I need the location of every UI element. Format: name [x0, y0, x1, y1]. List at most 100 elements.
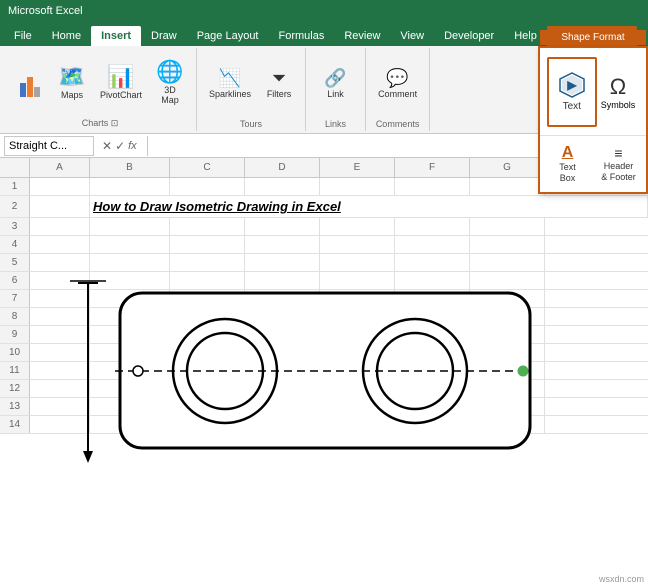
app-title: Microsoft Excel	[8, 5, 83, 17]
sparklines-label: Sparklines	[209, 89, 251, 99]
textbox-button[interactable]: A TextBox	[544, 140, 591, 188]
name-box[interactable]: Straight C...	[4, 136, 94, 156]
cell-b2-title[interactable]: How to Draw Isometric Drawing in Excel	[90, 196, 648, 217]
row-num-8: 8	[0, 308, 30, 325]
col-header-a[interactable]: A	[30, 158, 90, 177]
headerfooter-label: Header& Footer	[601, 161, 636, 183]
formula-divider	[147, 136, 148, 156]
col-header-e[interactable]: E	[320, 158, 395, 177]
cell-d3[interactable]	[245, 218, 320, 235]
cell-a4[interactable]	[30, 236, 90, 253]
formula-controls: ✕ ✓ fx	[98, 139, 141, 153]
row-num-5: 5	[0, 254, 30, 271]
pivotchart-label: PivotChart	[100, 90, 142, 100]
cell-e1[interactable]	[320, 178, 395, 195]
filters-button[interactable]: ⏷ Filters	[259, 53, 299, 115]
ribbon-group-comments: 💬 Comment Comments	[366, 48, 430, 131]
col-header-d[interactable]: D	[245, 158, 320, 177]
3dmap-icon: 🌐	[156, 61, 183, 83]
ribbon: 🗺️ Maps 📊 PivotChart 🌐 3DMap Charts ⊡ 📉 …	[0, 46, 648, 134]
comment-label: Comment	[378, 89, 417, 99]
comments-buttons: 💬 Comment	[372, 50, 423, 117]
cell-f3[interactable]	[395, 218, 470, 235]
pivotchart-button[interactable]: 📊 PivotChart	[94, 52, 148, 114]
tab-file[interactable]: File	[4, 26, 42, 46]
grid-row-3: 3	[0, 218, 648, 236]
cell-d4[interactable]	[245, 236, 320, 253]
cell-c3[interactable]	[170, 218, 245, 235]
drawing-area	[60, 273, 550, 473]
cell-b1[interactable]	[90, 178, 170, 195]
tab-pagelayout[interactable]: Page Layout	[187, 26, 269, 46]
tab-draw[interactable]: Draw	[141, 26, 187, 46]
row-num-1: 1	[0, 178, 30, 195]
tours-group-label: Tours	[240, 117, 262, 129]
cell-g4[interactable]	[470, 236, 545, 253]
maps-icon: 🗺️	[58, 66, 85, 88]
cell-b4[interactable]	[90, 236, 170, 253]
cell-c5[interactable]	[170, 254, 245, 271]
text-icon: ▶	[558, 71, 586, 99]
tab-review[interactable]: Review	[334, 26, 390, 46]
charts-icon	[20, 67, 40, 97]
cell-g1[interactable]	[470, 178, 545, 195]
watermark: wsxdn.com	[599, 574, 644, 584]
cell-c1[interactable]	[170, 178, 245, 195]
link-icon: 🔗	[324, 69, 346, 87]
link-button[interactable]: 🔗 Link	[316, 53, 356, 115]
charts-button[interactable]	[10, 52, 50, 114]
svg-text:▶: ▶	[566, 78, 577, 92]
col-header-c[interactable]: C	[170, 158, 245, 177]
comment-button[interactable]: 💬 Comment	[372, 53, 423, 115]
col-header-b[interactable]: B	[90, 158, 170, 177]
cell-f5[interactable]	[395, 254, 470, 271]
filters-icon: ⏷	[272, 69, 286, 87]
cell-a2[interactable]	[30, 196, 90, 217]
row-num-14: 14	[0, 416, 30, 433]
tab-view[interactable]: View	[390, 26, 434, 46]
cell-b3[interactable]	[90, 218, 170, 235]
col-header-f[interactable]: F	[395, 158, 470, 177]
tab-insert[interactable]: Insert	[91, 26, 141, 46]
cell-g5[interactable]	[470, 254, 545, 271]
confirm-icon[interactable]: ✓	[115, 139, 125, 153]
text-panel-bottom: A TextBox ≡ Header& Footer	[540, 136, 646, 192]
cell-a3[interactable]	[30, 218, 90, 235]
cell-f4[interactable]	[395, 236, 470, 253]
col-header-g[interactable]: G	[470, 158, 545, 177]
text-btn-label: Text	[563, 101, 581, 112]
sparklines-button[interactable]: 📉 Sparklines	[203, 53, 257, 115]
cell-d1[interactable]	[245, 178, 320, 195]
text-panel: Shape Format ▶ Text Ω Symbols A TextBox	[538, 46, 648, 194]
fx-icon[interactable]: fx	[128, 140, 137, 152]
grid-row-4: 4	[0, 236, 648, 254]
cell-f1[interactable]	[395, 178, 470, 195]
row-num-12: 12	[0, 380, 30, 397]
sparklines-icon: 📉	[219, 69, 241, 87]
3dmap-button[interactable]: 🌐 3DMap	[150, 52, 190, 114]
links-group-label: Links	[325, 117, 346, 129]
ribbon-group-links: 🔗 Link Links	[306, 48, 366, 131]
cell-a1[interactable]	[30, 178, 90, 195]
cell-d5[interactable]	[245, 254, 320, 271]
cell-e5[interactable]	[320, 254, 395, 271]
tab-home[interactable]: Home	[42, 26, 91, 46]
spreadsheet: 1 2 How to Draw Isometric Drawing in Exc…	[0, 178, 648, 588]
filters-label: Filters	[267, 89, 292, 99]
maps-button[interactable]: 🗺️ Maps	[52, 52, 92, 114]
cell-a5[interactable]	[30, 254, 90, 271]
text-button-large[interactable]: ▶ Text	[547, 57, 597, 127]
symbols-button[interactable]: Ω Symbols	[597, 70, 640, 114]
link-label: Link	[327, 89, 344, 99]
cell-g3[interactable]	[470, 218, 545, 235]
headerfooter-button[interactable]: ≡ Header& Footer	[595, 140, 642, 188]
cell-b5[interactable]	[90, 254, 170, 271]
ribbon-group-charts: 🗺️ Maps 📊 PivotChart 🌐 3DMap Charts ⊡	[4, 48, 197, 131]
cancel-icon[interactable]: ✕	[102, 139, 112, 153]
cell-c4[interactable]	[170, 236, 245, 253]
cell-e4[interactable]	[320, 236, 395, 253]
tab-developer[interactable]: Developer	[434, 26, 504, 46]
tab-formulas[interactable]: Formulas	[269, 26, 335, 46]
cell-e3[interactable]	[320, 218, 395, 235]
title-bar: Microsoft Excel	[0, 0, 648, 22]
